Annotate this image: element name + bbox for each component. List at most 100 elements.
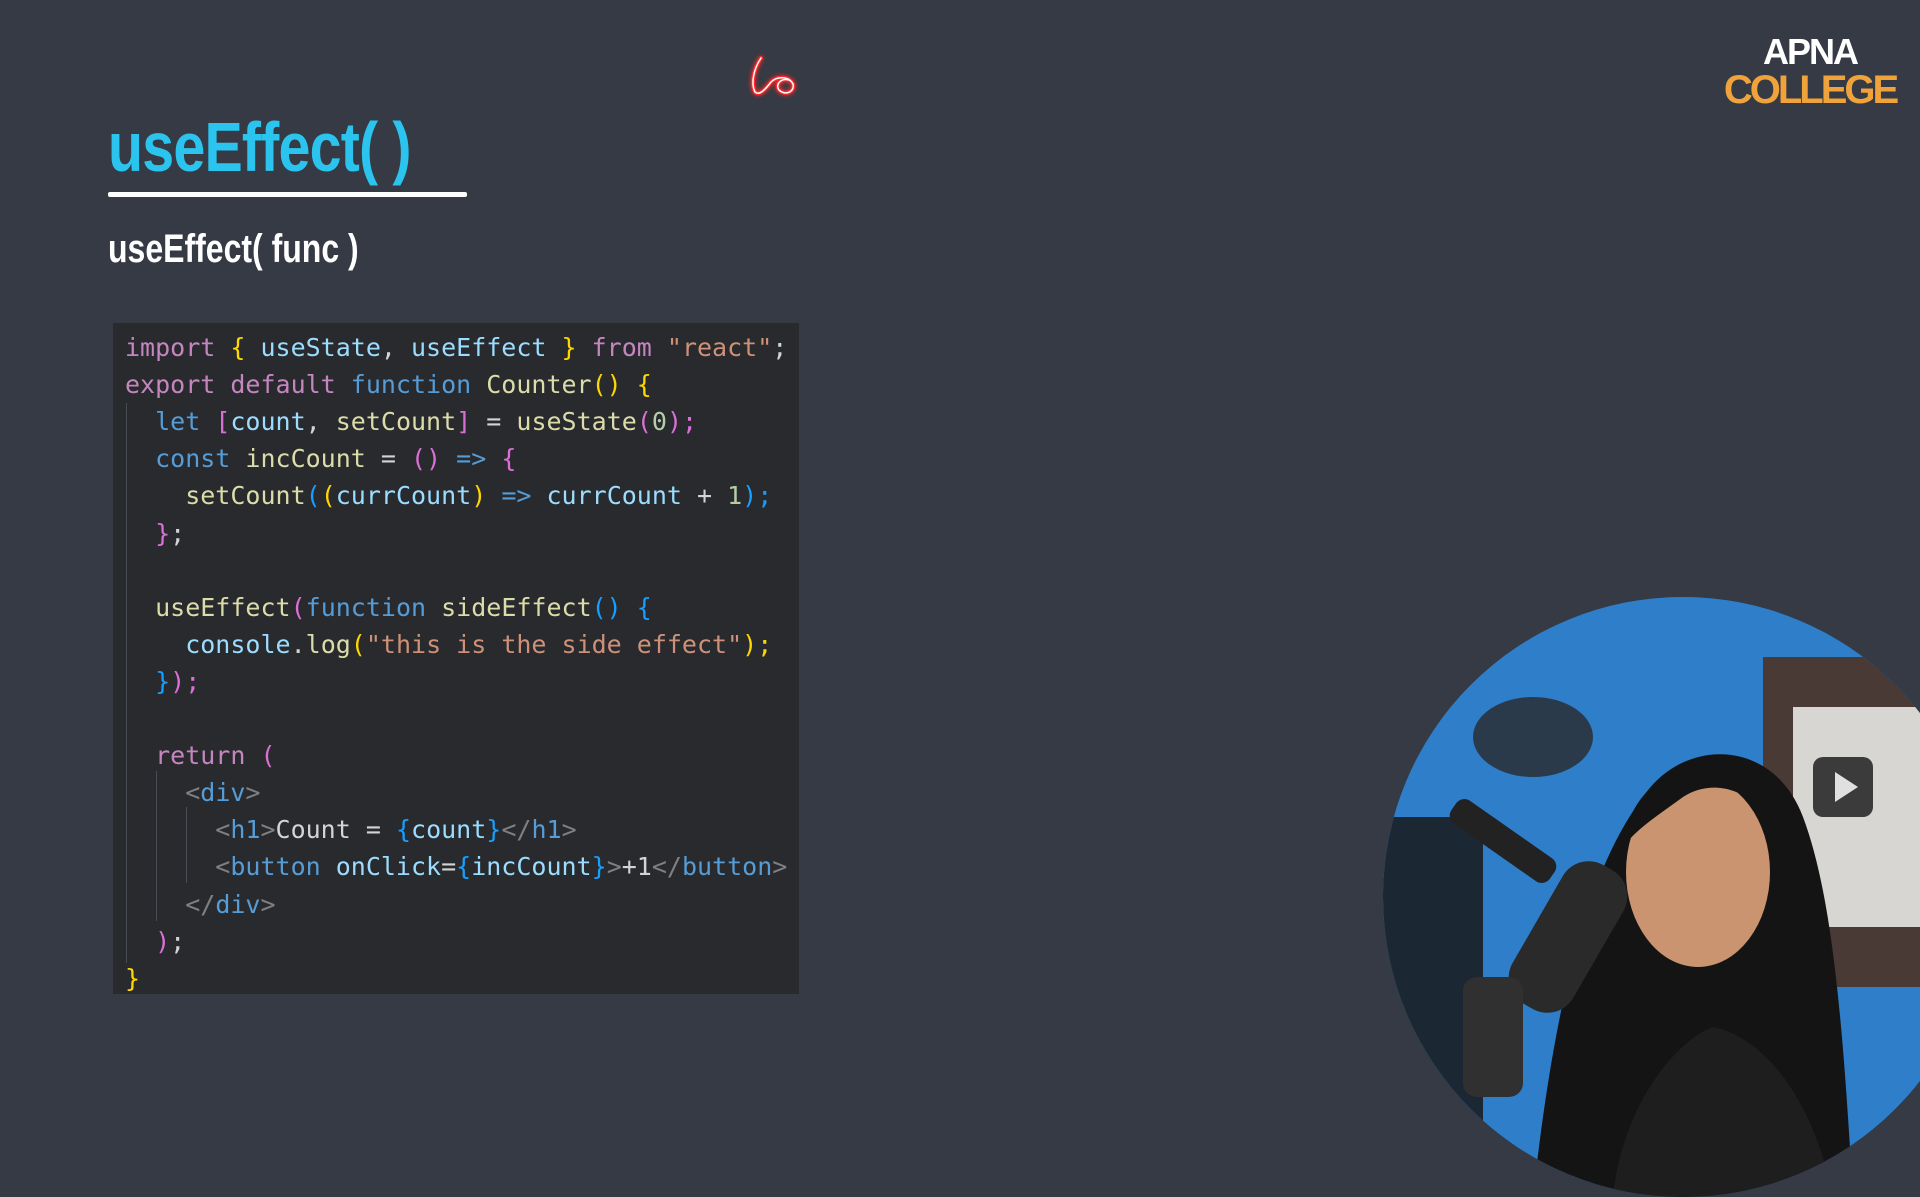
code-token: ); (742, 481, 773, 511)
code-token: ( (305, 481, 321, 511)
code-token: "react" (666, 333, 773, 362)
code-line: export default function Counter() { (125, 366, 652, 403)
code-line: }; (125, 515, 185, 552)
code-token: ); (742, 629, 773, 659)
code-token: setCount (125, 481, 306, 511)
code-token: console (125, 629, 291, 659)
brand-logo: APNA COLLEGE (1720, 34, 1900, 114)
code-token: } (591, 852, 607, 882)
code-token: ; (170, 926, 186, 956)
code-token: incCount (471, 852, 592, 882)
code-token: h1 (531, 815, 562, 845)
code-token: ; (170, 518, 186, 548)
code-token: useState (516, 407, 637, 437)
code-token: < (125, 852, 231, 882)
code-token: > (260, 815, 276, 845)
code-token: = (441, 852, 457, 882)
code-token: function (350, 370, 487, 400)
code-token: , (305, 407, 336, 437)
code-token: Counter (486, 370, 592, 400)
code-token: ( (260, 741, 276, 771)
code-token: button (230, 852, 336, 882)
code-line: const incCount = () => { (125, 440, 516, 477)
code-token: h1 (230, 815, 261, 845)
code-token: + (697, 481, 728, 511)
code-token: } (546, 333, 592, 362)
code-token: [ (215, 407, 231, 437)
code-token: const (125, 444, 246, 474)
code-token: } (125, 518, 171, 548)
code-token: div (215, 889, 261, 919)
code-line: import { useState, useEffect } from "rea… (125, 329, 787, 366)
code-token: incCount (245, 444, 381, 474)
code-token: return (125, 741, 261, 771)
code-token: +1 (621, 852, 652, 882)
code-token: currCount (546, 481, 697, 511)
code-line: return ( (125, 737, 276, 774)
code-token: { (636, 592, 652, 622)
code-line: } (125, 960, 140, 997)
logo-line-apna: APNA (1762, 31, 1859, 72)
code-token: { (456, 852, 472, 882)
code-token: export (125, 370, 231, 400)
code-token: } (125, 963, 141, 993)
code-token: = (486, 407, 517, 437)
code-token: ); (666, 407, 698, 437)
code-line: useEffect(function sideEffect() { (125, 589, 652, 626)
code-token: ( (350, 629, 366, 659)
code-token: => (501, 481, 547, 511)
code-token: currCount (335, 481, 472, 511)
code-token: import (125, 333, 231, 362)
code-line: console.log("this is the side effect"); (125, 626, 772, 663)
code-token: > (606, 852, 622, 882)
code-line: <div> (125, 774, 260, 811)
code-line: setCount((currCount) => currCount + 1); (125, 477, 772, 514)
code-token: { (395, 815, 412, 845)
logo-line-college: COLLEGE (1723, 68, 1899, 112)
code-token: > (561, 815, 577, 845)
code-token: } (125, 666, 171, 696)
code-token: () (591, 592, 637, 622)
code-token: () { (591, 370, 652, 400)
code-token: let (125, 407, 216, 437)
code-token: < (125, 815, 231, 845)
code-block: import { useState, useEffect } from "rea… (113, 323, 799, 994)
slide-title: useEffect( ) (108, 108, 412, 186)
code-token: { (501, 444, 517, 474)
code-token: () (411, 444, 457, 474)
code-token: ( (636, 407, 652, 437)
code-line: <h1>Count = {count}</h1> (125, 811, 577, 848)
code-token: count (230, 407, 306, 437)
code-token: , (380, 333, 411, 362)
code-token: div (200, 778, 246, 808)
code-token: = (380, 444, 411, 474)
code-token: </ (501, 815, 532, 845)
code-token: { (230, 333, 261, 362)
code-token: ( (320, 481, 336, 511)
code-token: ] (456, 407, 487, 437)
presenter-webcam (1383, 597, 1920, 1197)
code-token: button (681, 852, 773, 882)
code-token: onClick (335, 852, 442, 882)
code-token: ) (125, 926, 171, 956)
code-line: let [count, setCount] = useState(0); (125, 403, 697, 440)
code-line: <button onClick={incCount}>+1</button> (125, 848, 787, 885)
code-token: count (411, 815, 487, 845)
annotation-scribble (751, 56, 796, 96)
code-token: > (772, 852, 788, 882)
code-token: < (125, 778, 201, 808)
code-token: default (230, 370, 351, 400)
code-token: </ (651, 852, 682, 882)
code-token: 0 (651, 407, 667, 437)
code-token: => (456, 444, 502, 474)
code-token: } (486, 815, 502, 845)
code-token: . (290, 629, 306, 659)
code-token: ( (290, 592, 306, 622)
code-token: </ (125, 889, 216, 919)
slide-subtitle: useEffect( func ) (108, 227, 359, 271)
code-token: sideEffect (441, 592, 592, 622)
code-token: ) (471, 481, 502, 511)
code-line: ); (125, 923, 185, 960)
code-token: useEffect (411, 333, 547, 362)
code-token: log (305, 629, 351, 659)
